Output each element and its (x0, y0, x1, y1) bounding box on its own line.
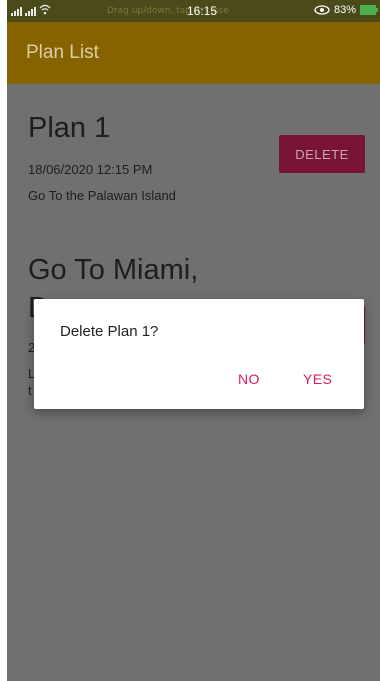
signal-icon-2 (25, 7, 36, 16)
no-button[interactable]: NO (238, 371, 260, 387)
app-title: Plan List (26, 42, 99, 63)
status-right: 83% (314, 4, 378, 16)
wifi-icon (39, 4, 51, 16)
plan-description: Go To the Palawan Island (28, 188, 176, 203)
app-bar: Plan List (7, 22, 380, 84)
eye-icon (314, 5, 330, 15)
yes-button[interactable]: YES (303, 371, 332, 387)
dialog-message: Delete Plan 1? (60, 323, 159, 340)
battery-percent: 83% (333, 4, 356, 16)
plan-title: Plan 1 (28, 112, 111, 144)
signal-icon (11, 7, 22, 16)
delete-dialog: Delete Plan 1? NO YES (34, 299, 364, 409)
plan-date: 18/06/2020 12:15 PM (28, 162, 153, 177)
signal-group (11, 4, 51, 16)
battery-icon (360, 5, 378, 15)
plan-title-line1: Go To Miami, (28, 254, 199, 286)
plan-description-line2: t (28, 383, 32, 398)
status-bar: Drag up/down, tap to close 16:15 83% (7, 0, 380, 22)
screen: Drag up/down, tap to close 16:15 83% Pla… (7, 0, 380, 681)
status-time: 16:15 (187, 4, 218, 18)
delete-button[interactable]: DELETE (279, 135, 365, 173)
